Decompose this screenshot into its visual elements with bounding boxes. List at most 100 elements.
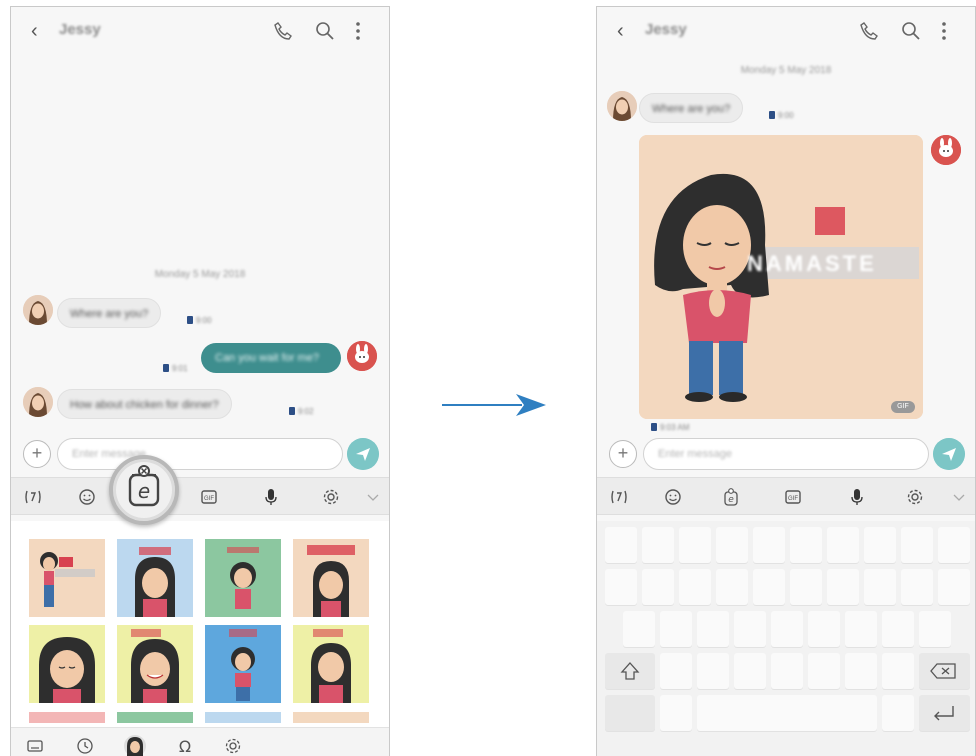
sent-ar-sticker-message[interactable]: NAMASTE GIF [639, 135, 923, 419]
sticker-item[interactable] [205, 539, 281, 617]
message-meta: 9:00 [187, 316, 212, 325]
incoming-message-bubble[interactable]: Where are you? [57, 298, 162, 328]
settings-icon[interactable] [223, 736, 243, 756]
ar-emoji-avatar-icon[interactable] [123, 734, 147, 756]
incoming-message-bubble[interactable]: Where are you? [639, 93, 744, 123]
sticker-item[interactable] [117, 625, 193, 703]
attach-plus-button[interactable]: + [23, 440, 51, 468]
keyboard-key[interactable] [808, 653, 840, 689]
keyboard-key[interactable] [642, 569, 674, 605]
back-arrow-icon[interactable]: ‹ [617, 21, 624, 41]
keyboard-key[interactable] [882, 653, 914, 689]
keyboard-key[interactable] [660, 653, 692, 689]
special-char-omega-icon[interactable]: Ω [175, 736, 195, 756]
space-bar[interactable] [697, 695, 877, 731]
keyboard-icon[interactable] [25, 736, 45, 756]
keyboard-key[interactable] [679, 569, 711, 605]
chevron-down-icon[interactable] [949, 487, 969, 507]
keyboard-key[interactable] [938, 527, 970, 563]
my-ar-emoji-avatar[interactable] [931, 135, 961, 165]
keyboard-key[interactable] [697, 611, 729, 647]
keyboard-key[interactable] [790, 569, 822, 605]
keyboard-key[interactable] [679, 527, 711, 563]
sticker-item[interactable] [117, 539, 193, 617]
recent-clock-icon[interactable] [75, 736, 95, 756]
keyboard-key[interactable] [845, 611, 877, 647]
keyboard-key[interactable] [901, 569, 933, 605]
keyboard-key[interactable] [660, 611, 692, 647]
send-button[interactable] [347, 438, 379, 470]
more-options-icon[interactable] [940, 20, 948, 42]
phone-call-icon[interactable] [273, 21, 293, 41]
keyboard-key[interactable] [790, 527, 822, 563]
keyboard-key[interactable] [642, 527, 674, 563]
sticker-item[interactable] [29, 625, 105, 703]
ar-emoji-icon[interactable]: e [721, 487, 741, 507]
microphone-icon[interactable] [261, 487, 281, 507]
keyboard-key[interactable] [660, 695, 692, 731]
keyboard-key[interactable] [771, 611, 803, 647]
sticker-item[interactable] [293, 539, 369, 617]
microphone-icon[interactable] [847, 487, 867, 507]
keyboard-key[interactable] [753, 569, 785, 605]
keyboard-key[interactable] [901, 527, 933, 563]
sticker-item[interactable] [29, 539, 105, 617]
keyboard-key[interactable] [716, 527, 748, 563]
keyboard-key[interactable] [716, 569, 748, 605]
keyboard-key[interactable] [827, 569, 859, 605]
ar-emoji-icon: e [128, 465, 160, 507]
keyboard-key[interactable] [864, 527, 896, 563]
keyboard-key[interactable] [753, 527, 785, 563]
back-arrow-icon[interactable]: ‹ [31, 21, 38, 41]
search-icon[interactable] [315, 21, 335, 41]
attach-plus-button[interactable]: + [609, 440, 637, 468]
emoji-icon[interactable] [663, 487, 683, 507]
sticker-item[interactable] [205, 625, 281, 703]
contact-avatar[interactable] [23, 387, 53, 417]
shift-key[interactable] [605, 653, 655, 689]
keyboard-key[interactable] [882, 695, 914, 731]
my-ar-emoji-avatar[interactable] [347, 341, 377, 371]
bixby-voice-icon[interactable] [609, 487, 629, 507]
message-input[interactable]: Enter message [643, 438, 929, 470]
ar-emoji-button-highlight[interactable]: e [109, 455, 179, 525]
keyboard-key[interactable] [623, 611, 655, 647]
keyboard-key[interactable] [697, 653, 729, 689]
emoji-icon[interactable] [77, 487, 97, 507]
contact-avatar[interactable] [23, 295, 53, 325]
incoming-message-bubble[interactable]: How about chicken for dinner? [57, 389, 232, 419]
keyboard-key[interactable] [938, 569, 970, 605]
keyboard-key[interactable] [808, 611, 840, 647]
keyboard-key[interactable] [771, 653, 803, 689]
enter-key[interactable] [919, 695, 970, 731]
sticker-item[interactable] [293, 711, 369, 723]
keyboard-key[interactable] [827, 527, 859, 563]
keyboard-key[interactable] [605, 527, 637, 563]
keyboard-key[interactable] [605, 569, 637, 605]
keyboard-key[interactable] [734, 653, 766, 689]
message-input[interactable]: Enter message [57, 438, 343, 470]
keyboard-key[interactable] [882, 611, 914, 647]
sticker-item[interactable] [293, 625, 369, 703]
search-icon[interactable] [901, 21, 921, 41]
keyboard-key[interactable] [734, 611, 766, 647]
sticker-item[interactable] [117, 711, 193, 723]
sticker-item[interactable] [205, 711, 281, 723]
outgoing-message-bubble[interactable]: Can you wait for me? [201, 343, 341, 373]
keyboard-key[interactable] [845, 653, 877, 689]
symbols-key[interactable] [605, 695, 655, 731]
sticker-item[interactable] [29, 711, 105, 723]
keyboard-key[interactable] [919, 611, 951, 647]
settings-icon[interactable] [321, 487, 341, 507]
sticker-icon[interactable]: GIF [199, 487, 219, 507]
more-options-icon[interactable] [354, 20, 362, 42]
backspace-key[interactable] [919, 653, 970, 689]
send-button[interactable] [933, 438, 965, 470]
phone-call-icon[interactable] [859, 21, 879, 41]
settings-icon[interactable] [905, 487, 925, 507]
chevron-down-icon[interactable] [363, 487, 383, 507]
sticker-icon[interactable]: GIF [783, 487, 803, 507]
contact-avatar[interactable] [607, 91, 637, 121]
keyboard-key[interactable] [864, 569, 896, 605]
bixby-voice-icon[interactable] [23, 487, 43, 507]
